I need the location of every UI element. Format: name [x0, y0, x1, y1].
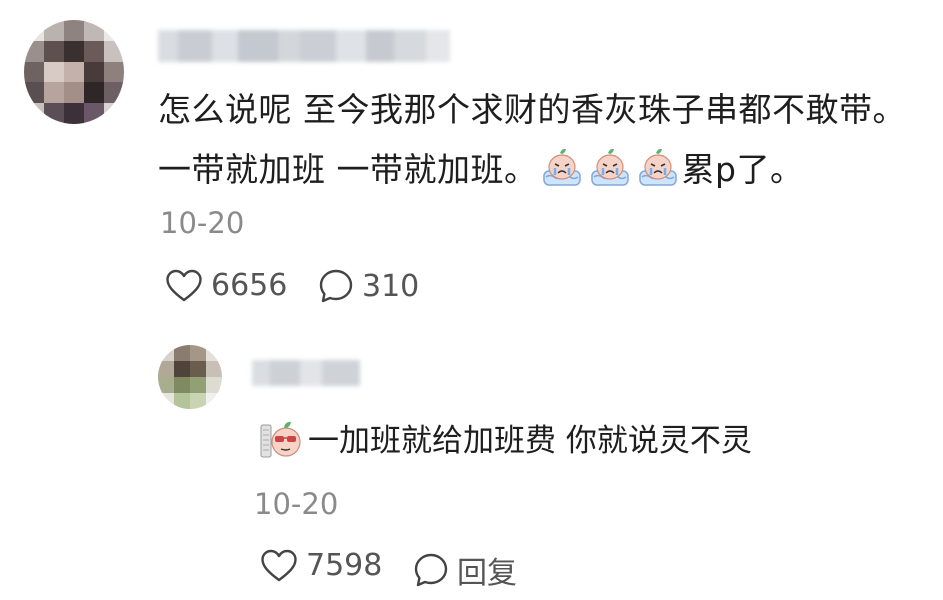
crying-sticker-icon — [588, 147, 632, 189]
reply-label: 回复 — [457, 556, 517, 591]
reply-username-blurred[interactable] — [252, 360, 360, 386]
reply-date: 10-20 — [254, 487, 339, 521]
heart-icon — [261, 549, 297, 581]
heart-icon — [166, 269, 202, 301]
comment-text: 怎么说呢 至今我那个求财的香灰珠子串都不敢带。一带就加班 一带就加班。 累p了。 — [158, 80, 918, 200]
avatar[interactable] — [24, 20, 124, 124]
username-blurred[interactable] — [158, 30, 450, 62]
crying-sticker-icon — [540, 147, 584, 189]
comment-bubble-icon — [414, 553, 448, 587]
comment-date: 10-20 — [160, 206, 245, 240]
reply-like-count: 7598 — [306, 548, 383, 583]
comment-bubble-icon — [319, 269, 353, 303]
crying-sticker-icon — [636, 147, 680, 189]
reply-button[interactable]: 回复 — [413, 548, 517, 592]
like-count: 6656 — [211, 268, 288, 303]
reply-like-button[interactable]: 7598 — [260, 548, 382, 583]
reply-text-content: 一加班就给加班费 你就说灵不灵 — [308, 423, 752, 459]
reply-count: 310 — [362, 268, 420, 304]
reply-count-button[interactable]: 310 — [318, 268, 419, 304]
comment-text-part2: 累p了。 — [681, 150, 804, 189]
reply-text: 一加班就给加班费 你就说灵不灵 — [258, 416, 918, 466]
sunglasses-sticker-icon — [258, 417, 304, 461]
like-button[interactable]: 6656 — [165, 268, 287, 303]
reply-avatar[interactable] — [158, 345, 222, 409]
